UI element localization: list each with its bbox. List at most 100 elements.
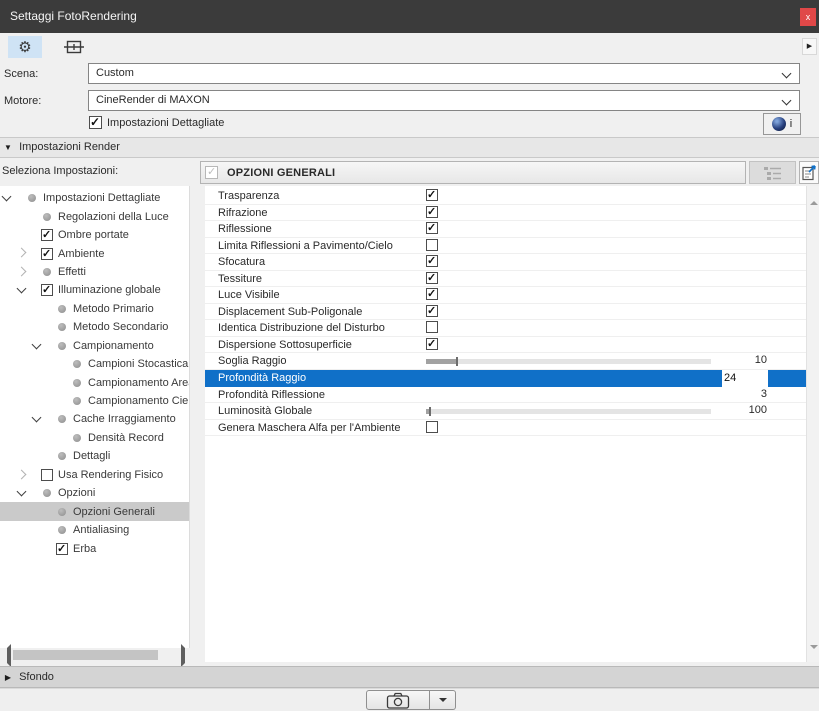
- option-row: Profondità Raggio24: [205, 370, 806, 387]
- gear-icon: ⚙: [18, 40, 31, 55]
- toolbar-expand-button[interactable]: ▶: [802, 38, 817, 55]
- option-checkbox[interactable]: [426, 421, 438, 433]
- option-row: Luminosità Globale100: [205, 403, 806, 420]
- options-vscrollbar[interactable]: [806, 186, 819, 662]
- scroll-left-button[interactable]: [0, 648, 12, 662]
- bullet-icon: [43, 268, 51, 276]
- option-value[interactable]: 10: [685, 354, 767, 366]
- option-label: Trasparenza: [218, 189, 279, 203]
- slider-handle[interactable]: [456, 357, 458, 366]
- tree-view-button[interactable]: [749, 161, 796, 184]
- photorendering-settings-dialog: Settaggi FotoRendering x ⚙ ▶ Scena: Cust…: [0, 0, 819, 711]
- option-slider[interactable]: [426, 359, 711, 364]
- option-label: Luce Visibile: [218, 288, 280, 302]
- option-checkbox[interactable]: [426, 321, 438, 333]
- tree-item-checkbox[interactable]: [41, 248, 53, 260]
- tree-item[interactable]: Usa Rendering Fisico: [0, 466, 189, 484]
- tree-item[interactable]: Cache Irraggiamento: [0, 410, 189, 428]
- window-layout-button[interactable]: [57, 36, 91, 58]
- tree-item[interactable]: Ambiente: [0, 244, 189, 262]
- chevron-down-icon[interactable]: [32, 413, 42, 423]
- option-label: Rifrazione: [218, 206, 268, 220]
- chevron-down-icon[interactable]: [32, 339, 42, 349]
- option-checkbox[interactable]: [426, 288, 438, 300]
- option-value[interactable]: 3: [685, 388, 767, 400]
- tree-hscrollbar[interactable]: [0, 648, 190, 662]
- tree-item-label: Ambiente: [58, 248, 104, 260]
- chevron-right-icon[interactable]: [17, 469, 27, 479]
- scroll-right-button[interactable]: [177, 648, 189, 662]
- tree-item[interactable]: Regolazioni della Luce: [0, 207, 189, 225]
- render-dropdown-button[interactable]: [430, 690, 456, 710]
- selected-option-highlight-right: [768, 370, 806, 387]
- option-checkbox[interactable]: [426, 239, 438, 251]
- option-checkbox[interactable]: [426, 206, 438, 218]
- tree-item-checkbox[interactable]: [41, 469, 53, 481]
- option-checkbox[interactable]: [426, 255, 438, 267]
- option-checkbox[interactable]: [426, 222, 438, 234]
- chevron-right-icon[interactable]: [17, 248, 27, 258]
- render-settings-section-header[interactable]: ▼ Impostazioni Render: [0, 137, 819, 158]
- tree-item[interactable]: Erba: [0, 539, 189, 557]
- tree-item-label: Campionamento Area Discr: [88, 377, 190, 389]
- tree-item[interactable]: Metodo Primario: [0, 300, 189, 318]
- option-checkbox[interactable]: [426, 189, 438, 201]
- tree-item[interactable]: Impostazioni Dettagliate: [0, 189, 189, 207]
- close-button[interactable]: x: [800, 8, 816, 26]
- slider-handle[interactable]: [429, 407, 431, 416]
- tree-item-checkbox[interactable]: [41, 229, 53, 241]
- scroll-down-button[interactable]: [807, 649, 819, 662]
- option-checkbox[interactable]: [426, 272, 438, 284]
- settings-tree: Impostazioni DettagliateRegolazioni dell…: [0, 186, 190, 648]
- chevron-right-icon[interactable]: [17, 266, 27, 276]
- option-row: Rifrazione: [205, 205, 806, 222]
- render-settings-tab[interactable]: ⚙: [8, 36, 42, 58]
- chevron-down-icon[interactable]: [2, 192, 12, 202]
- chevron-down-icon[interactable]: [17, 284, 27, 294]
- selected-option-highlight[interactable]: Profondità Raggio: [205, 370, 722, 387]
- value-input[interactable]: 24: [722, 370, 768, 387]
- tree-item[interactable]: Campionamento Cielo Disc: [0, 392, 189, 410]
- tree-item[interactable]: Dettagli: [0, 447, 189, 465]
- engine-label: Motore:: [4, 95, 41, 107]
- tree-item[interactable]: Densità Record: [0, 429, 189, 447]
- option-label: Genera Maschera Alfa per l'Ambiente: [218, 421, 400, 435]
- detailed-settings-checkbox[interactable]: [89, 116, 102, 129]
- option-slider[interactable]: [426, 409, 711, 414]
- tree-item-label: Campioni Stocastica: [88, 358, 188, 370]
- dialog-titlebar: Settaggi FotoRendering x: [0, 0, 819, 33]
- tree-item[interactable]: Ombre portate: [0, 226, 189, 244]
- tree-item[interactable]: Effetti: [0, 263, 189, 281]
- scroll-up-button[interactable]: [807, 186, 819, 199]
- tree-item-checkbox[interactable]: [56, 543, 68, 555]
- tree-item-checkbox[interactable]: [41, 284, 53, 296]
- tree-item[interactable]: Illuminazione globale: [0, 281, 189, 299]
- hscroll-thumb[interactable]: [13, 650, 158, 660]
- chevron-down-icon: [782, 69, 792, 79]
- bullet-icon: [28, 194, 36, 202]
- option-row: Limita Riflessioni a Pavimento/Cielo: [205, 238, 806, 255]
- down-arrow-icon: [810, 645, 818, 668]
- tree-item-label: Cache Irraggiamento: [73, 413, 176, 425]
- option-checkbox[interactable]: [426, 338, 438, 350]
- render-button[interactable]: [366, 690, 430, 710]
- chevron-down-icon[interactable]: [17, 487, 27, 497]
- tree-item[interactable]: Opzioni: [0, 484, 189, 502]
- background-section-header[interactable]: ▶ Sfondo: [0, 666, 819, 688]
- option-checkbox[interactable]: [426, 305, 438, 317]
- engine-select[interactable]: CineRender di MAXON: [88, 90, 800, 111]
- tree-item[interactable]: Campionamento Area Discr: [0, 373, 189, 391]
- tree-item[interactable]: Antialiasing: [0, 521, 189, 539]
- tree-item[interactable]: Opzioni Generali: [0, 502, 189, 520]
- option-row: Displacement Sub-Poligonale: [205, 304, 806, 321]
- tree-item-label: Campionamento Cielo Disc: [88, 395, 190, 407]
- scene-select[interactable]: Custom: [88, 63, 800, 84]
- cinerender-info-button[interactable]: i: [763, 113, 801, 135]
- tree-item[interactable]: Campioni Stocastica: [0, 355, 189, 373]
- expert-edit-button[interactable]: [799, 161, 819, 184]
- tree-item[interactable]: Metodo Secondario: [0, 318, 189, 336]
- tree-item-label: Metodo Primario: [73, 303, 154, 315]
- tree-item[interactable]: Campionamento: [0, 337, 189, 355]
- option-value[interactable]: 100: [685, 404, 767, 416]
- header-checkbox[interactable]: [205, 166, 218, 179]
